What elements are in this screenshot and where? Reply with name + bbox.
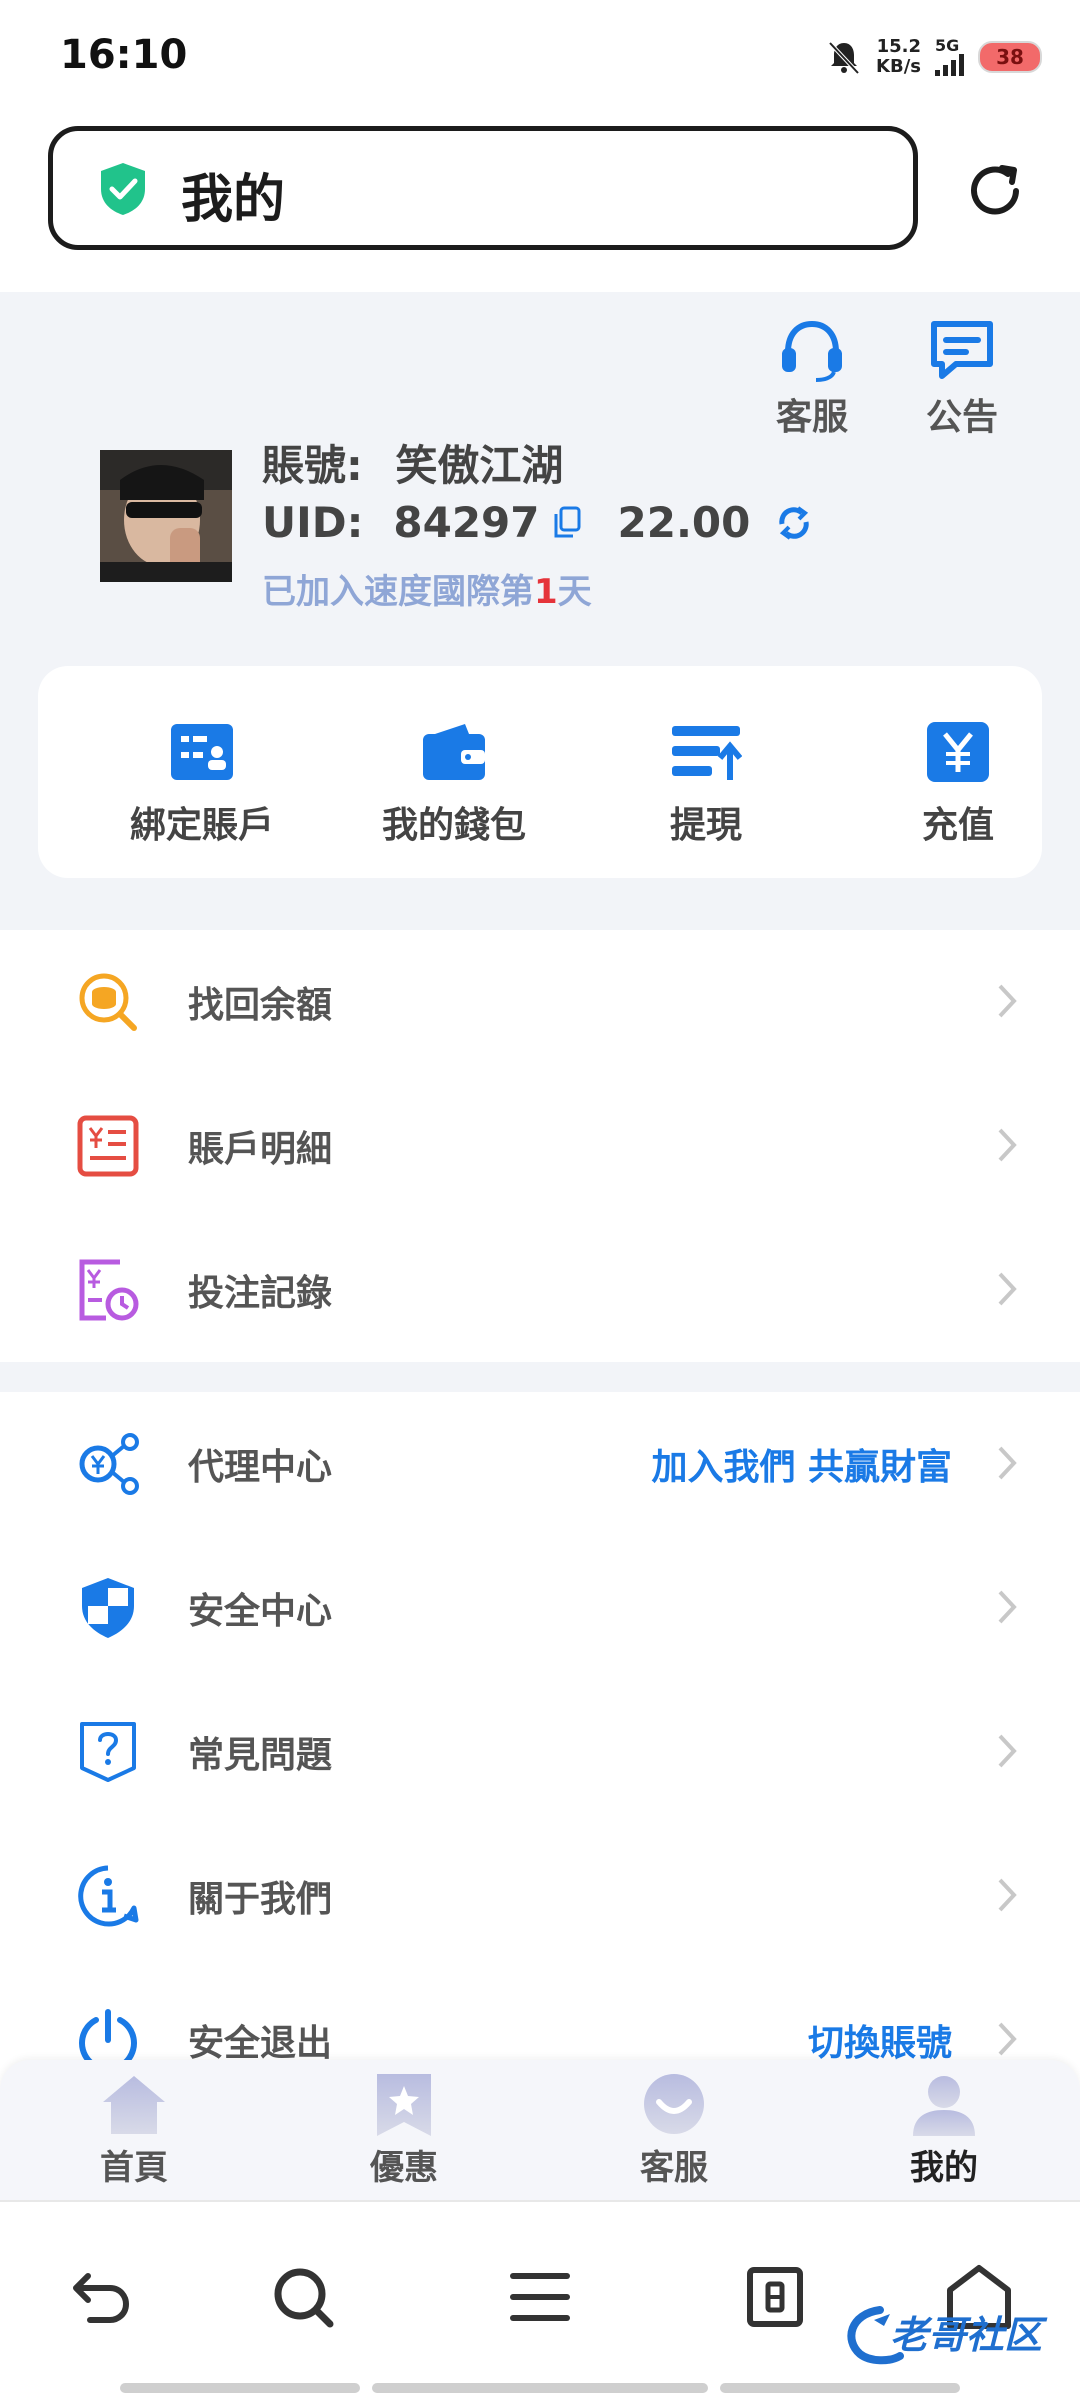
coin-search-icon: [79, 973, 137, 1031]
address-bar[interactable]: 我的: [48, 126, 918, 250]
watermark-text: 老哥社区: [890, 2313, 1043, 2357]
tab-mine[interactable]: 我的: [864, 2072, 1024, 2189]
account-label: 賬號:: [262, 441, 363, 490]
announcement-icon: [931, 321, 993, 379]
refresh-balance-icon[interactable]: [774, 504, 814, 542]
gesture-bar-segment: [720, 2383, 960, 2393]
status-time: 16:10: [60, 32, 188, 78]
signal: 5G: [935, 38, 964, 76]
tab-home[interactable]: 首頁: [54, 2072, 214, 2189]
chevron-right-icon: [998, 1734, 1017, 1768]
back-icon[interactable]: [66, 2262, 136, 2332]
bind-account-icon: [171, 724, 233, 780]
wallet-button[interactable]: 我的錢包: [334, 722, 574, 848]
quick-actions-card: 綁定賬戶 我的錢包 提現 充值: [38, 666, 1042, 878]
headset-icon: [782, 320, 842, 382]
mute-bell-icon: [828, 41, 860, 75]
balance-value: 22.00: [617, 498, 751, 547]
menu-item-faq[interactable]: 常見問題: [0, 1680, 1080, 1824]
section-divider: [0, 1362, 1080, 1392]
user-icon: [913, 2076, 975, 2136]
copy-icon[interactable]: [552, 506, 582, 540]
uid-line: UID: 84297 22.00: [262, 498, 814, 547]
join-days-line: 已加入速度國際第1天: [262, 572, 592, 612]
chevron-right-icon: [998, 1272, 1017, 1306]
status-icons: 15.2 KB/s 5G 38: [826, 32, 1042, 82]
customer-service-button[interactable]: 客服: [752, 318, 872, 440]
chevron-right-icon: [998, 1128, 1017, 1162]
star-bookmark-icon: [377, 2074, 431, 2136]
menu-item-account-details[interactable]: 賬戶明細: [0, 1074, 1080, 1218]
yen-icon: [927, 722, 989, 782]
gesture-bar-segment: [120, 2383, 360, 2393]
chevron-right-icon: [998, 984, 1017, 1018]
menu-item-recover-balance[interactable]: 找回余額: [0, 930, 1080, 1074]
chevron-right-icon: [998, 1446, 1017, 1480]
battery-icon: 38: [978, 41, 1042, 73]
secure-shield-icon: [101, 163, 145, 215]
shield-icon: [82, 1578, 134, 1638]
wallet-icon: [423, 724, 485, 780]
uid-label: UID:: [262, 498, 364, 547]
join-days-count: 1: [534, 572, 558, 612]
join-us-promo[interactable]: 加入我們 共贏財富: [651, 1438, 952, 1490]
question-icon: [80, 1722, 136, 1782]
agent-share-icon: [79, 1433, 139, 1495]
avatar[interactable]: [100, 450, 232, 582]
menu-item-security-center[interactable]: 安全中心: [0, 1536, 1080, 1680]
withdraw-icon: [672, 726, 742, 780]
status-bar: 16:10 15.2 KB/s 5G 38: [0, 0, 1080, 115]
chevron-right-icon: [998, 2022, 1017, 2056]
account-name: 笑傲江湖: [395, 441, 564, 490]
withdraw-button[interactable]: 提現: [586, 722, 826, 848]
avatar-photo: [100, 450, 232, 582]
announcement-button[interactable]: 公告: [902, 318, 1022, 440]
bill-icon: [77, 1115, 139, 1177]
chat-icon: [644, 2074, 704, 2134]
tabs-count-icon[interactable]: [740, 2262, 810, 2332]
page-title: 我的: [181, 170, 286, 230]
bottom-tab-bar: 首頁 優惠 客服 我的: [0, 2060, 1080, 2200]
bind-account-button[interactable]: 綁定賬戶: [82, 722, 322, 848]
tab-promotions[interactable]: 優惠: [324, 2072, 484, 2189]
tab-customer-service[interactable]: 客服: [594, 2072, 754, 2189]
menu-item-bet-records[interactable]: 投注記錄: [0, 1218, 1080, 1362]
chevron-right-icon: [998, 1878, 1017, 1912]
bet-record-icon: [79, 1259, 139, 1321]
search-icon[interactable]: [268, 2262, 338, 2332]
refresh-icon[interactable]: [962, 158, 1028, 224]
switch-account-link[interactable]: 切換賬號: [808, 2014, 952, 2066]
recharge-button[interactable]: 充值: [838, 722, 1078, 848]
gesture-bar-segment: [372, 2383, 708, 2393]
menu-icon[interactable]: [505, 2262, 575, 2332]
home-icon: [103, 2076, 165, 2134]
info-icon: [78, 1865, 139, 1927]
net-speed: 15.2 KB/s: [876, 36, 921, 77]
uid-value: 84297: [393, 498, 540, 547]
chevron-right-icon: [998, 1590, 1017, 1624]
menu-item-agent-center[interactable]: 代理中心 加入我們 共贏財富: [0, 1392, 1080, 1536]
account-line: 賬號: 笑傲江湖: [262, 432, 563, 493]
menu-item-about-us[interactable]: 關于我們: [0, 1824, 1080, 1968]
signal-bars-icon: [935, 54, 964, 76]
